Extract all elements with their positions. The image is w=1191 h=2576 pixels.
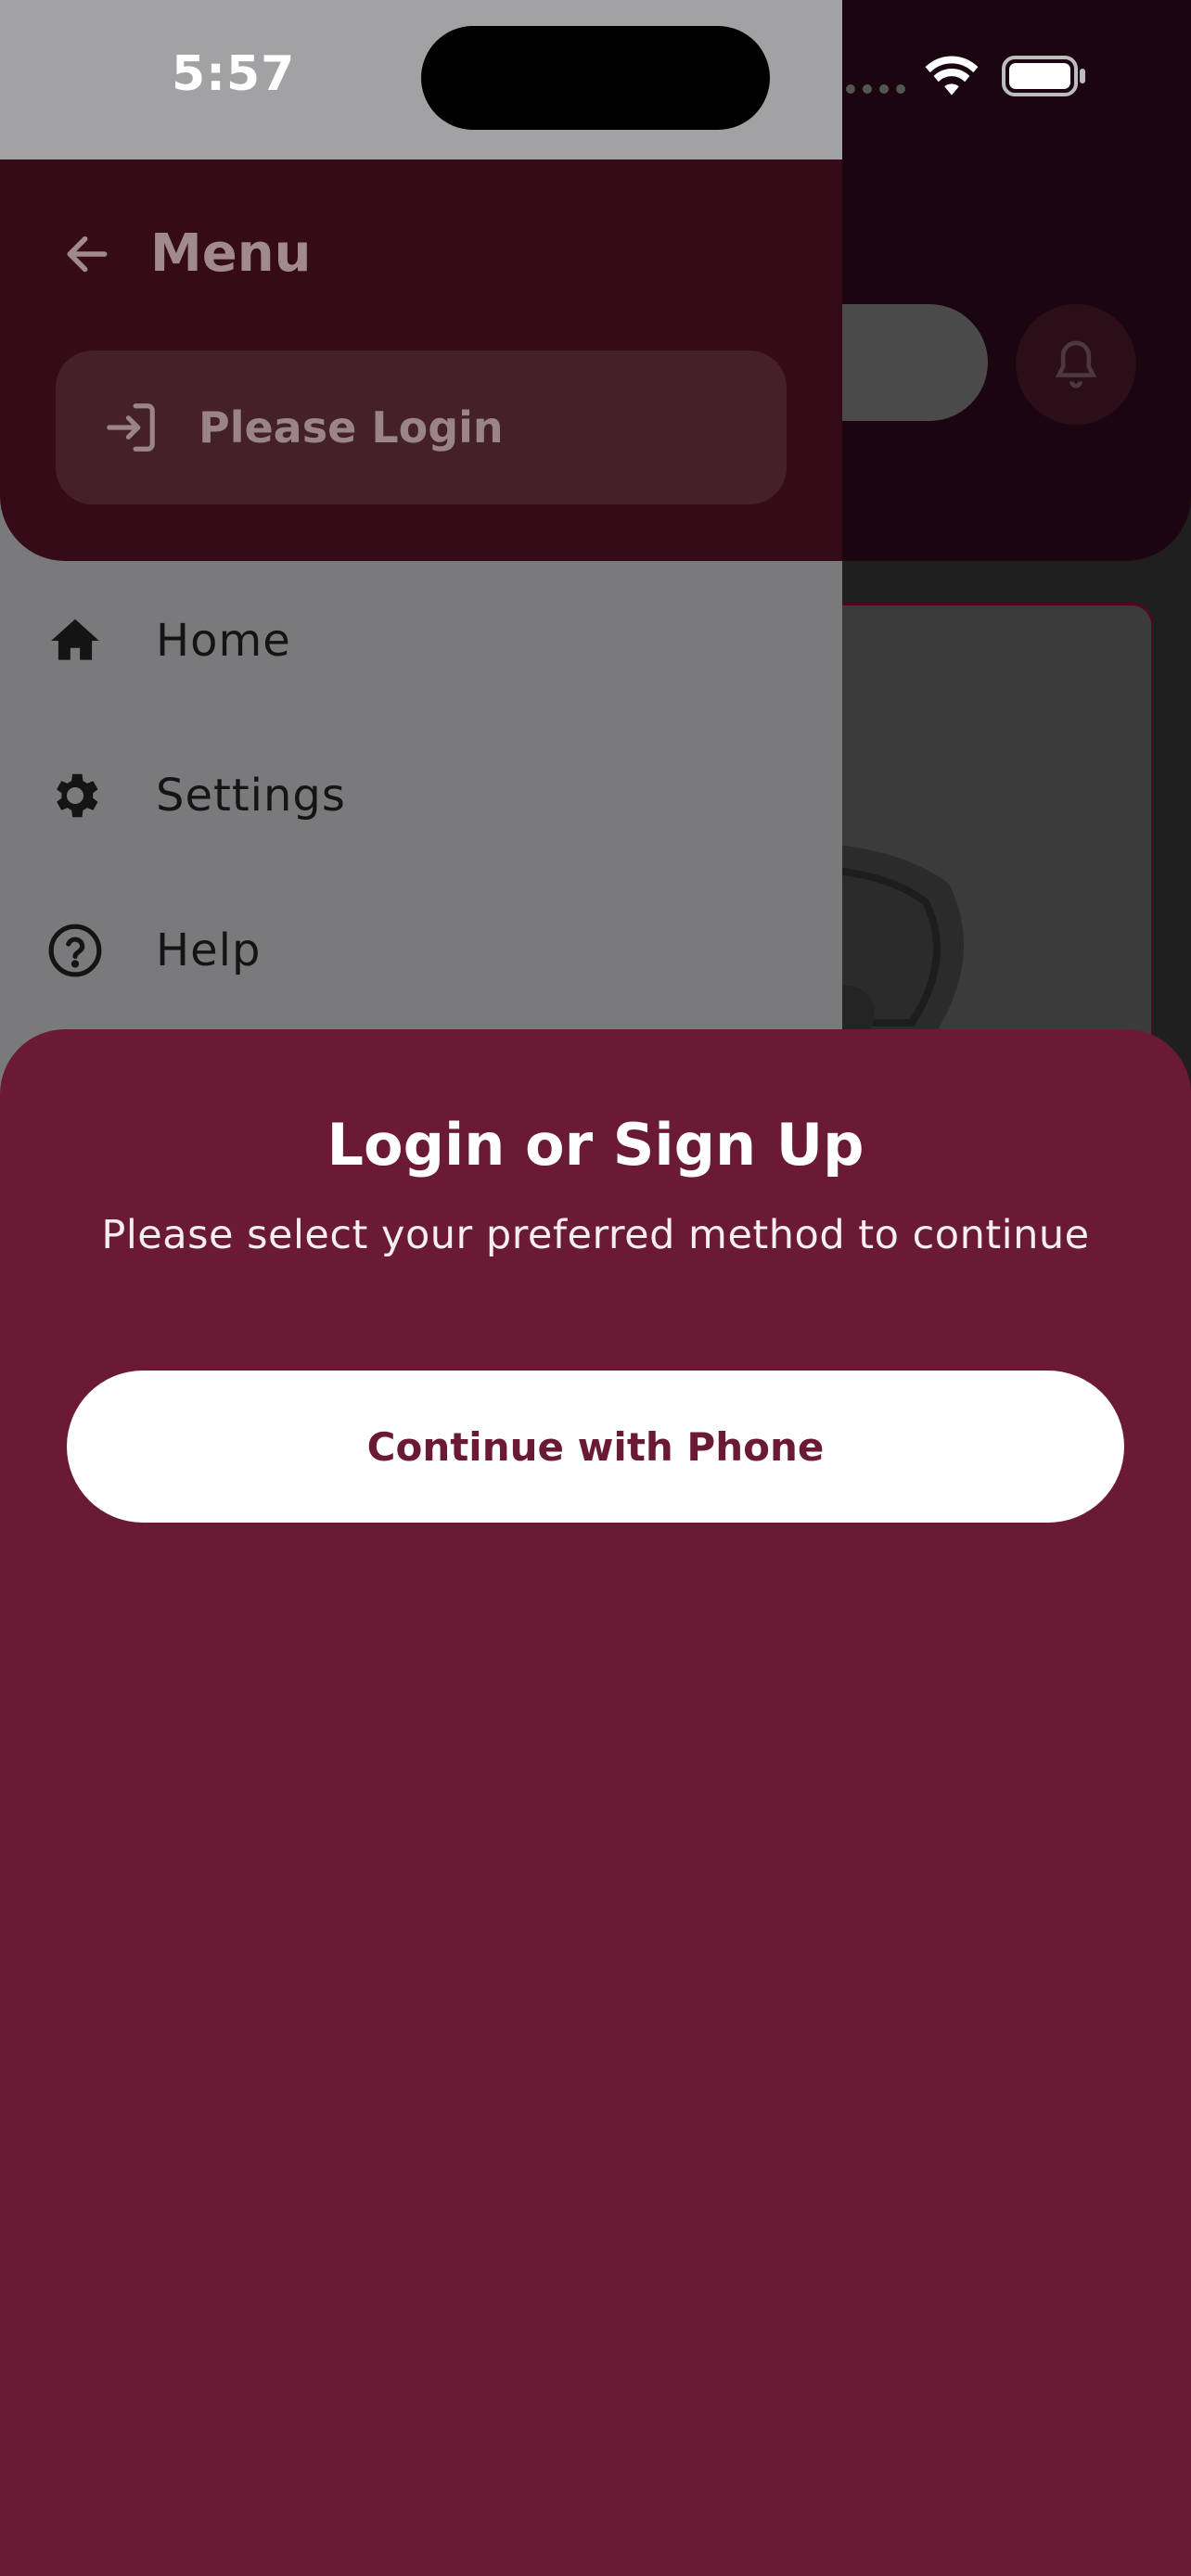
drawer-item-label: Settings bbox=[156, 770, 346, 822]
back-arrow-icon[interactable] bbox=[61, 228, 113, 280]
login-bottom-sheet: Login or Sign Up Please select your pref… bbox=[0, 1029, 1191, 2576]
help-circle-icon bbox=[46, 922, 104, 979]
drawer-title: Menu bbox=[150, 223, 312, 284]
sheet-title: Login or Sign Up bbox=[327, 1111, 864, 1179]
drawer-item-label: Home bbox=[156, 615, 291, 667]
drawer-item-settings[interactable]: Settings bbox=[0, 724, 842, 863]
sheet-subtitle: Please select your preferred method to c… bbox=[101, 1212, 1090, 1258]
continue-with-phone-button[interactable]: Continue with Phone bbox=[67, 1371, 1124, 1523]
drawer-item-help[interactable]: Help bbox=[0, 879, 842, 1018]
please-login-button[interactable]: Please Login bbox=[56, 351, 787, 504]
bell-icon bbox=[1016, 304, 1136, 425]
wifi-icon bbox=[923, 54, 980, 98]
drawer-item-label: Help bbox=[156, 925, 262, 976]
gear-icon bbox=[46, 767, 104, 824]
home-icon bbox=[46, 612, 104, 670]
drawer-item-home[interactable]: Home bbox=[0, 569, 842, 708]
status-time: 5:57 bbox=[172, 46, 296, 102]
battery-icon bbox=[1002, 56, 1087, 96]
signal-icon bbox=[844, 82, 909, 95]
login-icon bbox=[102, 399, 160, 456]
please-login-label: Please Login bbox=[198, 402, 504, 453]
dynamic-island bbox=[421, 26, 770, 130]
